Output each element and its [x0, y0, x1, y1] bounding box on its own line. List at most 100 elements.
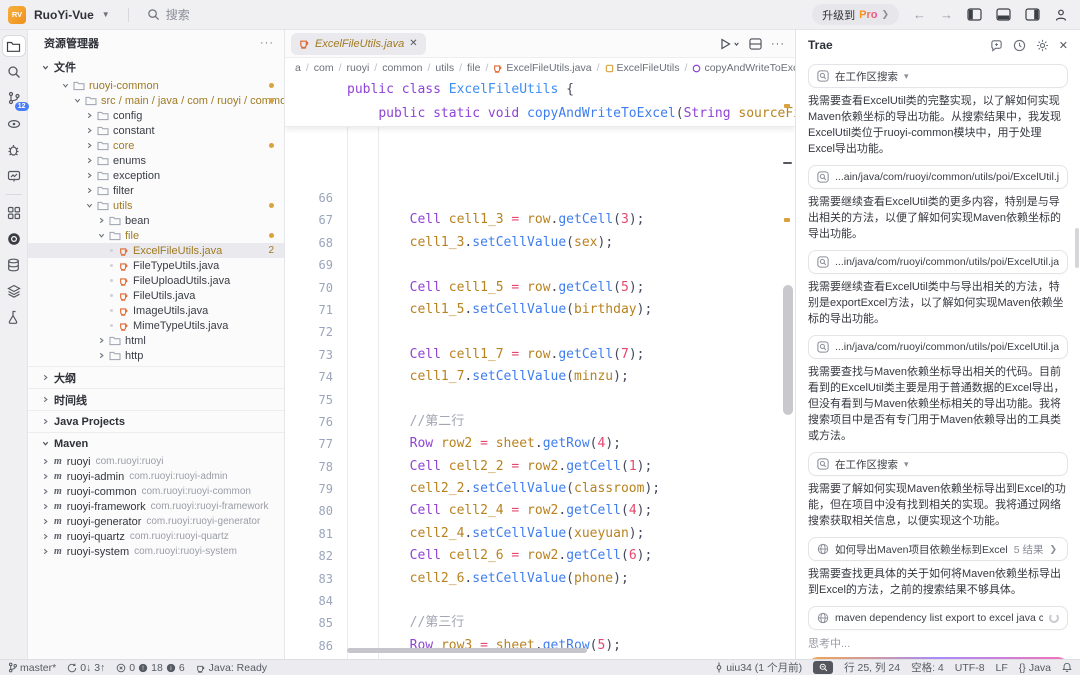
code-line[interactable]: 71 cell1_5.setCellValue(birthday); [285, 299, 795, 321]
code-line[interactable]: 82 Cell cell2_6 = row2.getCell(6); [285, 545, 795, 567]
tab-excelfileutils[interactable]: ExcelFileUtils.java ✕ [291, 33, 426, 55]
tool-call-pill[interactable]: 在工作区搜索▾ [808, 64, 1068, 88]
maven-item[interactable]: mruoyi-systemcom.ruoyi:ruoyi-system [28, 544, 284, 559]
breadcrumb-item[interactable]: ExcelFileUtils.java [493, 62, 591, 74]
code-line[interactable]: 76 //第二行 [285, 411, 795, 433]
cursor-position[interactable]: 行 25, 列 24 [844, 660, 900, 675]
commit-indicator[interactable]: uiu34 (1 个月前) [715, 660, 802, 675]
tree-item[interactable]: ExcelFileUtils.java2 [28, 243, 284, 258]
code-line[interactable]: 78 Cell cell2_2 = row2.getCell(1); [285, 456, 795, 478]
zoom-indicator[interactable] [813, 661, 833, 674]
editor-hscrollbar[interactable] [347, 648, 587, 653]
code-line[interactable]: 70 Cell cell1_5 = row.getCell(5); [285, 277, 795, 299]
toggle-bottom-panel-icon[interactable] [996, 8, 1011, 21]
breadcrumb-item[interactable]: a [295, 62, 301, 74]
account-icon[interactable] [1054, 8, 1068, 22]
encoding[interactable]: UTF-8 [955, 662, 985, 674]
tree-item[interactable]: core [28, 138, 284, 153]
source-control-icon[interactable]: 12 [2, 87, 26, 109]
code-line[interactable]: 69 [285, 254, 795, 276]
maven-item[interactable]: mruoyi-frameworkcom.ruoyi:ruoyi-framewor… [28, 499, 284, 514]
code-line[interactable]: 72 [285, 321, 795, 343]
more-actions-icon[interactable]: ··· [260, 37, 274, 49]
test-runner-icon[interactable] [2, 165, 26, 187]
section-files[interactable]: 文件 [28, 56, 284, 78]
toggle-left-panel-icon[interactable] [967, 8, 982, 21]
tree-item[interactable]: enums [28, 153, 284, 168]
maven-item[interactable]: mruoyi-generatorcom.ruoyi:ruoyi-generato… [28, 514, 284, 529]
code-review-icon[interactable] [2, 113, 26, 135]
maven-item[interactable]: mruoyi-admincom.ruoyi:ruoyi-admin [28, 469, 284, 484]
tool-call-pill[interactable]: ...in/java/com/ruoyi/common/utils/poi/Ex… [808, 335, 1068, 359]
code-line[interactable]: 86 Row row3 = sheet.getRow(5); [285, 635, 795, 657]
tree-item[interactable]: html [28, 333, 284, 348]
database-icon[interactable] [2, 254, 26, 276]
language-mode[interactable]: {} Java [1019, 662, 1051, 674]
scrollbar-thumb[interactable] [783, 285, 793, 415]
breadcrumb-item[interactable]: copyAndWriteToExcel(String, String, Stri… [692, 62, 795, 74]
tree-item[interactable]: FileTypeUtils.java [28, 258, 284, 273]
problems-indicator[interactable]: 0 ! 18 i 6 [116, 662, 184, 674]
maven-item[interactable]: mruoyi-commoncom.ruoyi:ruoyi-common [28, 484, 284, 499]
tool-call-pill[interactable]: 如何导出Maven项目依赖坐标到Excel5 结果❯ [808, 537, 1068, 561]
global-search[interactable]: 搜索 [147, 6, 190, 23]
back-button[interactable]: ← [913, 7, 926, 22]
extensions-icon[interactable] [2, 202, 26, 224]
tree-item[interactable]: filter [28, 183, 284, 198]
branch-indicator[interactable]: master* [8, 662, 56, 674]
section-maven[interactable]: Maven [28, 432, 284, 454]
forward-button[interactable]: → [940, 7, 953, 22]
sync-indicator[interactable]: 0↓ 3↑ [67, 662, 105, 674]
close-tab-icon[interactable]: ✕ [409, 38, 417, 49]
editor-vscrollbar[interactable] [781, 30, 795, 659]
upgrade-pro-button[interactable]: 升级到 Pro ❯ [812, 4, 899, 25]
code-line[interactable]: 87 Cell cell3_2 = row3.getCell(1); [285, 657, 795, 659]
breadcrumb-item[interactable]: ruoyi [347, 62, 370, 74]
code-line[interactable]: 75 [285, 389, 795, 411]
maven-item[interactable]: mruoyicom.ruoyi:ruoyi [28, 454, 284, 469]
trae-scrollbar[interactable] [1075, 228, 1079, 268]
tree-item[interactable]: FileUploadUtils.java [28, 273, 284, 288]
code-line[interactable]: 73 Cell cell1_7 = row.getCell(7); [285, 344, 795, 366]
tree-item[interactable]: src / main / java / com / ruoyi / common [28, 93, 284, 108]
code-line[interactable]: 80 Cell cell2_4 = row2.getCell(4); [285, 500, 795, 522]
section-Java Projects[interactable]: Java Projects [28, 410, 284, 432]
section-时间线[interactable]: 时间线 [28, 388, 284, 410]
run-button[interactable] [720, 38, 740, 50]
tree-item[interactable]: file [28, 228, 284, 243]
code-line[interactable]: 84 [285, 590, 795, 612]
java-status[interactable]: Java: Ready [196, 662, 267, 674]
breadcrumb-item[interactable]: utils [435, 62, 454, 74]
indentation[interactable]: 空格: 4 [911, 660, 944, 675]
debug-icon[interactable] [2, 139, 26, 161]
tree-item[interactable]: http [28, 348, 284, 363]
tool-call-pill[interactable]: ...ain/java/com/ruoyi/common/utils/poi/E… [808, 165, 1068, 189]
section-大纲[interactable]: 大纲 [28, 366, 284, 388]
tree-item[interactable]: ImageUtils.java [28, 303, 284, 318]
plugin-icon[interactable] [2, 228, 26, 250]
code-line[interactable]: 81 cell2_4.setCellValue(xueyuan); [285, 523, 795, 545]
tree-item[interactable]: FileUtils.java [28, 288, 284, 303]
maven-item[interactable]: mruoyi-quartzcom.ruoyi:ruoyi-quartz [28, 529, 284, 544]
tool-call-pill[interactable]: maven dependency list export to excel ja… [808, 606, 1068, 630]
history-icon[interactable] [1013, 39, 1026, 52]
code-area[interactable]: 6667 Cell cell1_3 = row.getCell(3);68 ce… [285, 127, 795, 659]
tool-call-pill[interactable]: ...in/java/com/ruoyi/common/utils/poi/Ex… [808, 250, 1068, 274]
tree-item[interactable]: MimeTypeUtils.java [28, 318, 284, 333]
breadcrumb-item[interactable]: com [314, 62, 334, 74]
tree-item[interactable]: config [28, 108, 284, 123]
code-line[interactable]: 83 cell2_6.setCellValue(phone); [285, 568, 795, 590]
search-view-icon[interactable] [2, 61, 26, 83]
breadcrumb-item[interactable]: ExcelFileUtils [605, 62, 680, 74]
code-line[interactable]: 85 //第三行 [285, 612, 795, 634]
close-panel-icon[interactable]: ✕ [1059, 39, 1068, 52]
eol[interactable]: LF [996, 662, 1008, 674]
breadcrumb[interactable]: a/com/ruoyi/common/utils/file/ExcelFileU… [285, 58, 795, 78]
explorer-icon[interactable] [2, 35, 26, 57]
tool-call-pill[interactable]: 在工作区搜索▾ [808, 452, 1068, 476]
code-line[interactable]: 74 cell1_7.setCellValue(minzu); [285, 366, 795, 388]
tree-item[interactable]: ruoyi-common [28, 78, 284, 93]
tree-item[interactable]: exception [28, 168, 284, 183]
sticky-line[interactable]: public class ExcelFileUtils { [285, 78, 795, 102]
breadcrumb-item[interactable]: file [467, 62, 480, 74]
